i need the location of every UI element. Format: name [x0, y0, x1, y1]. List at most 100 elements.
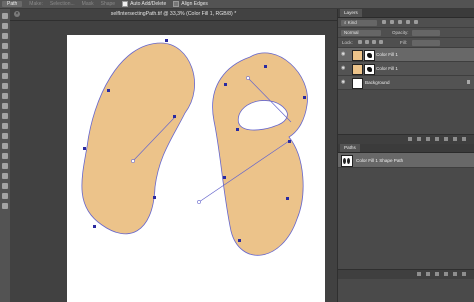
- tool-mode-dropdown[interactable]: Path: [2, 1, 23, 7]
- handle-point: [197, 200, 201, 204]
- lasso-tool-icon[interactable]: [2, 33, 8, 39]
- new-layer-icon[interactable]: [453, 137, 457, 141]
- anchor-point: [224, 83, 227, 86]
- filter-type-icon[interactable]: [398, 20, 402, 24]
- layer-name[interactable]: Background: [365, 80, 390, 85]
- brush-tool-icon[interactable]: [2, 83, 8, 89]
- make-mask-button[interactable]: Mask: [82, 1, 94, 7]
- new-path-icon[interactable]: [453, 272, 457, 276]
- handle-point: [246, 76, 250, 80]
- layers-lock-row: Lock: Fill:: [338, 38, 474, 48]
- auto-add-delete-checkbox[interactable]: [122, 1, 129, 7]
- add-style-icon[interactable]: [417, 137, 421, 141]
- anchor-point: [286, 197, 289, 200]
- add-mask-icon[interactable]: [426, 137, 430, 141]
- anchor-point: [107, 89, 110, 92]
- make-selection-button[interactable]: Selection...: [50, 1, 75, 7]
- blur-tool-icon[interactable]: [2, 133, 8, 139]
- delete-path-icon[interactable]: [462, 272, 466, 276]
- layers-blend-row: Normal Opacity:: [338, 28, 474, 38]
- type-tool-icon[interactable]: [2, 163, 8, 169]
- dodge-tool-icon[interactable]: [2, 143, 8, 149]
- auto-add-delete-option[interactable]: Auto Add/Delete: [122, 1, 166, 7]
- anchor-point: [303, 96, 306, 99]
- auto-add-delete-label: Auto Add/Delete: [130, 1, 167, 7]
- opacity-field[interactable]: [412, 29, 440, 36]
- stroke-path-icon[interactable]: [426, 272, 430, 276]
- anchor-point: [223, 176, 226, 179]
- make-work-path-icon[interactable]: [444, 272, 448, 276]
- document-tab[interactable]: × selfIntersectingPath.tif @ 33,3% (Colo…: [10, 9, 337, 21]
- visibility-eye-icon[interactable]: ◉: [341, 80, 346, 85]
- filter-pixel-icon[interactable]: [382, 20, 386, 24]
- layer-row[interactable]: ◉ Color Fill 1: [338, 62, 474, 76]
- visibility-eye-icon[interactable]: ◉: [341, 66, 346, 71]
- healing-brush-tool-icon[interactable]: [2, 73, 8, 79]
- right-panels: Layers ⌕ Kind Normal Opacity: Lock: Fill…: [337, 9, 474, 302]
- make-shape-button[interactable]: Shape: [101, 1, 115, 7]
- path-name[interactable]: Color Fill 1 Shape Path: [356, 158, 403, 163]
- link-layers-icon[interactable]: [408, 137, 412, 141]
- lock-position-icon[interactable]: [372, 40, 376, 44]
- lock-transparency-icon[interactable]: [358, 40, 362, 44]
- layer-name[interactable]: Color Fill 1: [376, 66, 398, 71]
- align-edges-checkbox[interactable]: [173, 1, 180, 7]
- filter-smart-object-icon[interactable]: [414, 20, 418, 24]
- options-bar: Path Make: Selection... Mask Shape Auto …: [0, 0, 474, 9]
- paths-list-empty-area[interactable]: [338, 168, 474, 269]
- layers-list-empty-area[interactable]: [338, 90, 474, 134]
- opacity-label: Opacity:: [392, 29, 409, 35]
- fill-field[interactable]: [412, 39, 440, 46]
- load-as-selection-icon[interactable]: [435, 272, 439, 276]
- vector-mask-thumbnail[interactable]: [364, 64, 375, 75]
- align-edges-option[interactable]: Align Edges: [173, 1, 208, 7]
- layers-panel-tabbar: Layers: [338, 9, 474, 18]
- blend-mode-dropdown[interactable]: Normal: [341, 29, 381, 36]
- zoom-tool-icon[interactable]: [2, 203, 8, 209]
- filter-kind-dropdown[interactable]: ⌕ Kind: [341, 19, 377, 26]
- lock-all-icon[interactable]: [379, 40, 383, 44]
- tab-layers[interactable]: Layers: [340, 9, 362, 17]
- path-thumbnail: [341, 155, 353, 167]
- filter-kind-label: Kind: [347, 19, 357, 25]
- vector-mask-thumbnail[interactable]: [364, 50, 375, 61]
- filter-adjustment-icon[interactable]: [390, 20, 394, 24]
- clone-stamp-tool-icon[interactable]: [2, 93, 8, 99]
- visibility-eye-icon[interactable]: ◉: [341, 52, 346, 57]
- new-group-icon[interactable]: [444, 137, 448, 141]
- eyedropper-tool-icon[interactable]: [2, 63, 8, 69]
- eraser-tool-icon[interactable]: [2, 113, 8, 119]
- move-tool-icon[interactable]: [2, 13, 8, 19]
- left-shape[interactable]: [81, 42, 195, 235]
- layer-row[interactable]: ◉ Color Fill 1: [338, 48, 474, 62]
- layer-name[interactable]: Color Fill 1: [376, 52, 398, 57]
- tab-paths[interactable]: Paths: [340, 144, 360, 152]
- hand-tool-icon[interactable]: [2, 193, 8, 199]
- document-title: selfIntersectingPath.tif @ 33,3% (Color …: [110, 11, 237, 17]
- fill-path-icon[interactable]: [417, 272, 421, 276]
- lock-pixels-icon[interactable]: [365, 40, 369, 44]
- layer-thumbnail: [352, 50, 363, 61]
- marquee-tool-icon[interactable]: [2, 23, 8, 29]
- anchor-point: [173, 115, 176, 118]
- delete-layer-icon[interactable]: [462, 137, 466, 141]
- history-brush-tool-icon[interactable]: [2, 103, 8, 109]
- anchor-point: [236, 128, 239, 131]
- pasteboard[interactable]: [10, 21, 337, 302]
- shape-tool-icon[interactable]: [2, 183, 8, 189]
- path-selection-tool-icon[interactable]: [2, 173, 8, 179]
- make-label: Make:: [29, 1, 43, 7]
- shape-artwork[interactable]: [67, 35, 325, 302]
- gradient-tool-icon[interactable]: [2, 123, 8, 129]
- anchor-point: [153, 196, 156, 199]
- fill-label: Fill:: [400, 39, 407, 45]
- quick-selection-tool-icon[interactable]: [2, 43, 8, 49]
- anchor-point: [93, 225, 96, 228]
- crop-tool-icon[interactable]: [2, 53, 8, 59]
- layer-row[interactable]: ◉ Background: [338, 76, 474, 90]
- document-canvas[interactable]: [67, 35, 325, 302]
- pen-tool-icon[interactable]: [2, 153, 8, 159]
- path-row[interactable]: Color Fill 1 Shape Path: [338, 153, 474, 168]
- filter-shape-icon[interactable]: [406, 20, 410, 24]
- new-adjustment-icon[interactable]: [435, 137, 439, 141]
